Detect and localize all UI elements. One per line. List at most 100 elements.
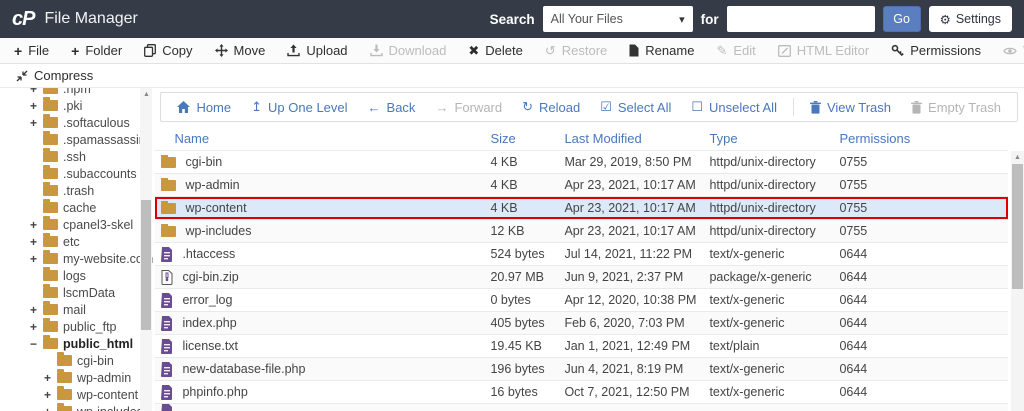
tree-item[interactable]: lscmData bbox=[0, 284, 155, 301]
file-table: Name Size Last Modified Type Permissions… bbox=[155, 126, 1024, 411]
tree-item[interactable]: + mail bbox=[0, 301, 155, 318]
tree-item[interactable]: + .npm bbox=[0, 88, 155, 97]
edit-button[interactable]: ✎ Edit bbox=[705, 38, 766, 63]
new-file-button[interactable]: + File bbox=[3, 38, 60, 63]
view-button[interactable]: View bbox=[992, 38, 1024, 63]
expand-toggle[interactable]: + bbox=[30, 218, 43, 232]
tree-item[interactable]: .spamassassin bbox=[0, 131, 155, 148]
tree-item[interactable]: + .pki bbox=[0, 97, 155, 114]
folder-icon bbox=[43, 284, 58, 298]
move-button[interactable]: Move bbox=[204, 38, 277, 63]
tree-item[interactable]: .ssh bbox=[0, 148, 155, 165]
scroll-up-arrow-icon[interactable]: ▲ bbox=[1011, 151, 1024, 161]
copy-icon bbox=[144, 44, 157, 57]
file-size: 4 KB bbox=[490, 201, 518, 215]
view-trash-button[interactable]: View Trash bbox=[800, 93, 901, 121]
expand-toggle[interactable]: + bbox=[30, 99, 43, 113]
file-type: text/x-generic bbox=[709, 316, 785, 330]
move-label: Move bbox=[233, 43, 266, 58]
tree-item[interactable]: cache bbox=[0, 199, 155, 216]
table-row[interactable]: cgi-bin.zip 20.97 MB Jun 9, 2021, 2:37 P… bbox=[155, 266, 1008, 289]
file-permissions: 0644 bbox=[839, 339, 868, 353]
tree-item-label: .softaculous bbox=[63, 115, 130, 130]
table-row-selected[interactable]: wp-content 4 KB Apr 23, 2021, 10:17 AM h… bbox=[155, 197, 1008, 220]
restore-button[interactable]: ↺ Restore bbox=[534, 38, 618, 63]
key-icon bbox=[891, 44, 905, 57]
table-row[interactable]: index.php 405 bytes Feb 6, 2020, 7:03 PM… bbox=[155, 312, 1008, 335]
expand-toggle[interactable]: + bbox=[44, 371, 57, 385]
sidebar-scrollbar[interactable]: ▲ bbox=[140, 88, 153, 411]
expand-toggle[interactable]: + bbox=[30, 235, 43, 249]
toolbar-secondary: Compress bbox=[0, 64, 1024, 88]
expand-toggle[interactable]: + bbox=[30, 252, 43, 266]
sidebar-scrollbar-thumb[interactable] bbox=[141, 200, 152, 330]
column-header-size[interactable]: Size bbox=[490, 131, 564, 146]
column-header-permissions[interactable]: Permissions bbox=[839, 131, 1008, 146]
table-scrollbar-thumb[interactable] bbox=[1012, 164, 1023, 289]
go-button[interactable]: Go bbox=[882, 6, 921, 32]
tree-item[interactable]: + etc bbox=[0, 233, 155, 250]
delete-button[interactable]: ✖ Delete bbox=[457, 38, 533, 63]
table-row[interactable]: error_log 0 bytes Apr 12, 2020, 10:38 PM… bbox=[155, 289, 1008, 312]
compress-button[interactable]: Compress bbox=[5, 64, 104, 87]
collapse-toggle[interactable]: − bbox=[30, 337, 43, 351]
table-row[interactable]: cgi-bin 4 KB Mar 29, 2019, 8:50 PM httpd… bbox=[155, 151, 1008, 174]
expand-toggle[interactable]: + bbox=[30, 303, 43, 317]
expand-toggle[interactable]: + bbox=[44, 388, 57, 402]
home-button[interactable]: Home bbox=[167, 93, 241, 121]
unselect-all-button[interactable]: ☐ Unselect All bbox=[681, 93, 787, 121]
expand-toggle[interactable]: + bbox=[30, 116, 43, 130]
file-size: 19.45 KB bbox=[490, 339, 542, 353]
tree-item[interactable]: + .softaculous bbox=[0, 114, 155, 131]
tree-item[interactable]: logs bbox=[0, 267, 155, 284]
open-folder-icon bbox=[43, 335, 58, 349]
search-scope-select[interactable]: All Your Files ▾ bbox=[542, 6, 693, 32]
table-row[interactable]: new-database-file.php 196 bytes Jun 4, 2… bbox=[155, 358, 1008, 381]
tree-item[interactable]: .trash bbox=[0, 182, 155, 199]
column-header-type[interactable]: Type bbox=[709, 131, 839, 146]
column-header-last-modified[interactable]: Last Modified bbox=[564, 131, 709, 146]
delete-label: Delete bbox=[485, 43, 523, 58]
column-header-name[interactable]: Name bbox=[155, 131, 490, 146]
tree-item[interactable]: .subaccounts bbox=[0, 165, 155, 182]
table-row[interactable]: wp-admin 4 KB Apr 23, 2021, 10:17 AM htt… bbox=[155, 174, 1008, 197]
table-row[interactable]: wp-includes 12 KB Apr 23, 2021, 10:17 AM… bbox=[155, 220, 1008, 243]
tree-item[interactable]: cgi-bin bbox=[0, 352, 155, 369]
scroll-up-arrow-icon[interactable]: ▲ bbox=[140, 88, 152, 98]
expand-toggle[interactable]: + bbox=[30, 320, 43, 334]
new-folder-button[interactable]: + Folder bbox=[60, 38, 133, 63]
reload-button[interactable]: ↻ Reload bbox=[512, 93, 590, 121]
expand-toggle[interactable]: + bbox=[30, 88, 43, 96]
settings-button[interactable]: ⚙ Settings bbox=[928, 6, 1012, 32]
copy-button[interactable]: Copy bbox=[133, 38, 203, 63]
tree-item[interactable]: + wp-admin bbox=[0, 369, 155, 386]
download-button[interactable]: Download bbox=[359, 38, 458, 63]
tree-item[interactable]: + public_ftp bbox=[0, 318, 155, 335]
upload-button[interactable]: Upload bbox=[276, 38, 358, 63]
empty-trash-button[interactable]: Empty Trash bbox=[901, 93, 1011, 121]
up-one-level-button[interactable]: ↥ Up One Level bbox=[241, 93, 357, 121]
file-type: httpd/unix-directory bbox=[709, 178, 816, 192]
file-icon bbox=[161, 292, 173, 308]
expand-toggle[interactable]: + bbox=[44, 405, 57, 411]
permissions-button[interactable]: Permissions bbox=[880, 38, 992, 63]
tree-item[interactable]: + cpanel3-skel bbox=[0, 216, 155, 233]
select-all-button[interactable]: ☑ Select All bbox=[590, 93, 681, 121]
download-label: Download bbox=[388, 43, 447, 58]
back-button[interactable]: ← Back bbox=[358, 93, 426, 121]
search-input[interactable] bbox=[726, 6, 875, 32]
table-row[interactable]: .htaccess 524 bytes Jul 14, 2021, 11:22 … bbox=[155, 243, 1008, 266]
html-editor-button[interactable]: HTML Editor bbox=[767, 38, 880, 63]
tree-item[interactable]: + my-website.com bbox=[0, 250, 155, 267]
tree-item[interactable]: + wp-content bbox=[0, 386, 155, 403]
tree-item[interactable]: + wp-includes bbox=[0, 403, 155, 411]
folder-icon bbox=[43, 88, 58, 94]
table-row-partial[interactable] bbox=[155, 404, 1008, 411]
tree-item-current[interactable]: − public_html bbox=[0, 335, 155, 352]
forward-button[interactable]: → Forward bbox=[425, 93, 512, 121]
tree-item-label: public_html bbox=[63, 336, 134, 351]
table-row[interactable]: license.txt 19.45 KB Jan 1, 2021, 12:49 … bbox=[155, 335, 1008, 358]
rename-button[interactable]: Rename bbox=[618, 38, 705, 63]
table-scrollbar[interactable]: ▲ bbox=[1011, 151, 1024, 411]
table-row[interactable]: phpinfo.php 16 bytes Oct 7, 2021, 12:50 … bbox=[155, 381, 1008, 404]
